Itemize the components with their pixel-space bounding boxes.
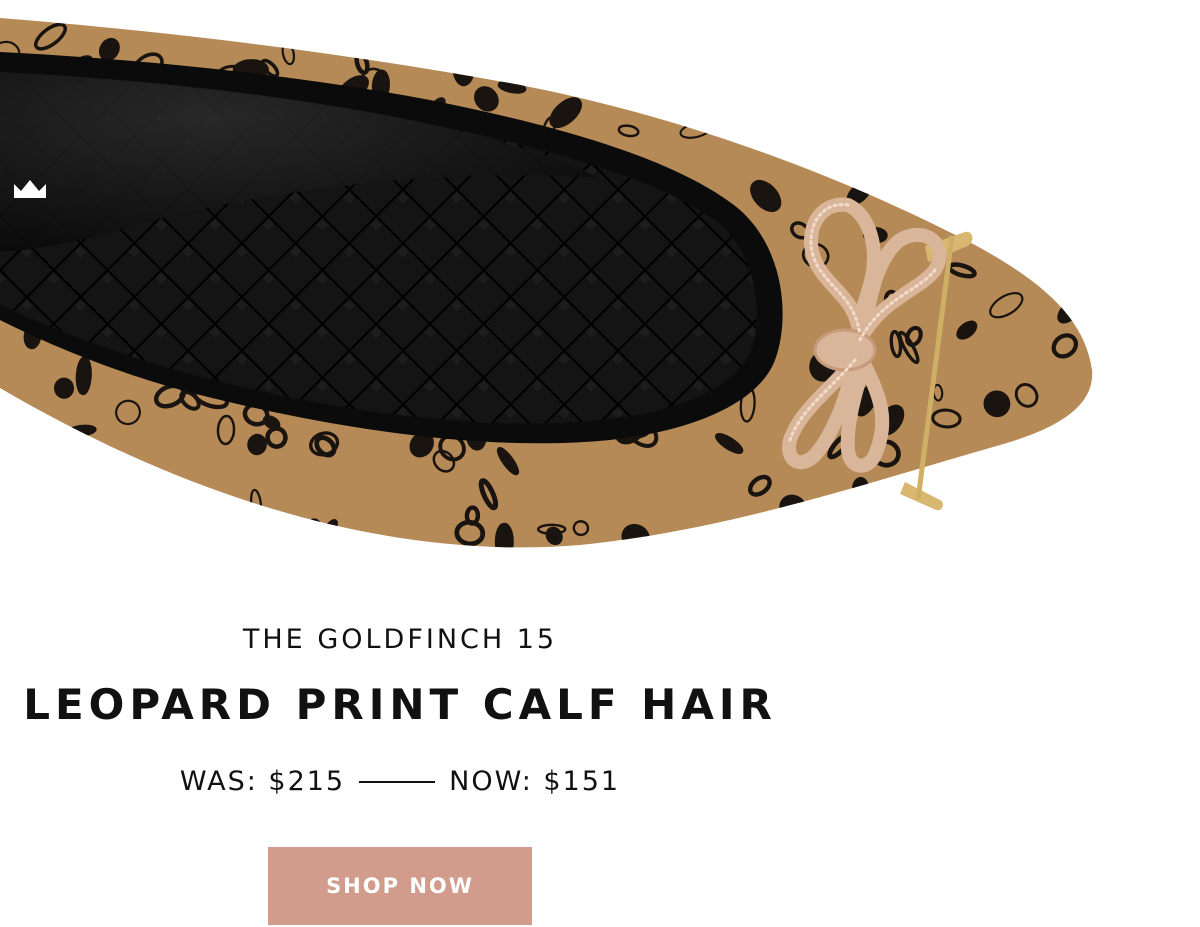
original-price: WAS: $215 — [179, 766, 346, 797]
shop-now-button[interactable]: SHOP NOW — [268, 847, 532, 925]
shoe-illustration — [0, 18, 1093, 548]
product-title[interactable]: LEOPARD PRINT CALF HAIR — [0, 680, 800, 729]
price-separator — [359, 780, 436, 783]
sale-price: NOW: $151 — [449, 766, 621, 797]
price-row: WAS: $215 NOW: $151 — [0, 766, 800, 797]
product-hero-image[interactable] — [0, 0, 1200, 580]
collection-name: THE GOLDFINCH 15 — [242, 624, 558, 655]
product-info: THE GOLDFINCH 15 LEOPARD PRINT CALF HAIR… — [0, 580, 800, 927]
